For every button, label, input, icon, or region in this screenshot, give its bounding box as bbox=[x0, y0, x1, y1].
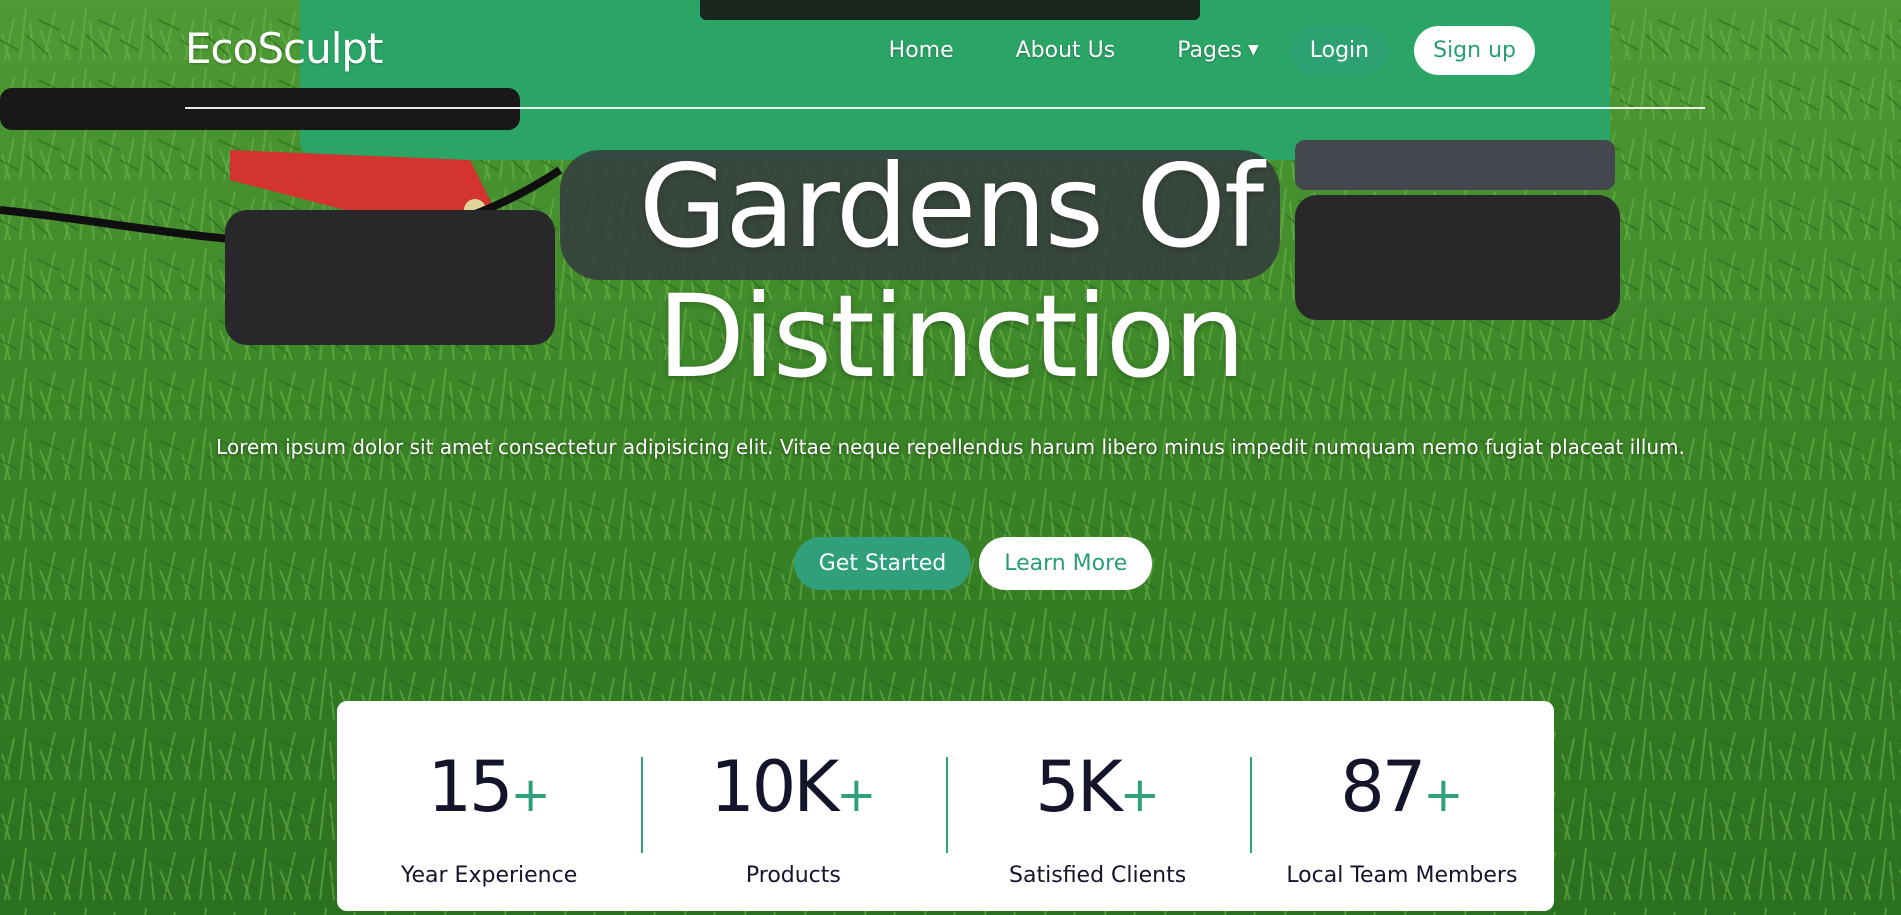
hero-title: Gardens Of Distinction bbox=[0, 142, 1901, 402]
stat-value: 5K+ bbox=[946, 747, 1250, 835]
stat-label: Satisfied Clients bbox=[1009, 863, 1187, 888]
caret-down-icon: ▼ bbox=[1247, 42, 1259, 58]
stat-plus: + bbox=[510, 767, 551, 823]
learn-more-button[interactable]: Learn More bbox=[979, 537, 1153, 590]
stat-label: Year Experience bbox=[400, 863, 578, 888]
nav-divider bbox=[185, 107, 1705, 109]
stat-number: 5K bbox=[1035, 746, 1122, 828]
stat-plus: + bbox=[1119, 767, 1160, 823]
brand-logo[interactable]: EcoSculpt bbox=[185, 24, 383, 73]
stat-item: 87+ Local Team Members bbox=[1249, 747, 1554, 911]
stat-item: 15+ Year Experience bbox=[337, 747, 641, 911]
navbar: EcoSculpt Home About Us Pages ▼ Login Si… bbox=[185, 0, 1705, 110]
stat-item: 10K+ Products bbox=[641, 747, 945, 911]
hero-title-line-2: Distinction bbox=[657, 270, 1246, 403]
stat-number: 87 bbox=[1340, 746, 1426, 828]
stat-label: Local Team Members bbox=[1286, 863, 1518, 888]
nav-about-label: About Us bbox=[1015, 37, 1116, 63]
stat-value: 87+ bbox=[1250, 747, 1554, 835]
stat-label: Products bbox=[745, 863, 841, 888]
nav-home[interactable]: Home bbox=[858, 26, 985, 75]
nav-links: Home About Us Pages ▼ Login Sign up bbox=[858, 24, 1535, 76]
stat-value: 10K+ bbox=[641, 747, 945, 835]
nav-pages-label: Pages bbox=[1177, 37, 1242, 63]
login-button[interactable]: Login bbox=[1289, 25, 1390, 75]
get-started-button[interactable]: Get Started bbox=[793, 537, 972, 590]
stat-plus: + bbox=[836, 767, 877, 823]
stat-value: 15+ bbox=[337, 747, 641, 835]
nav-home-label: Home bbox=[888, 37, 954, 63]
stat-number: 15 bbox=[427, 746, 513, 828]
hero-title-line-1: Gardens Of bbox=[638, 140, 1264, 273]
stats-card: 15+ Year Experience 10K+ Products 5K+ Sa… bbox=[337, 701, 1554, 911]
stat-item: 5K+ Satisfied Clients bbox=[945, 747, 1250, 911]
stat-number: 10K bbox=[710, 746, 839, 828]
nav-pages-dropdown[interactable]: Pages ▼ bbox=[1146, 26, 1290, 75]
signup-button[interactable]: Sign up bbox=[1414, 25, 1535, 75]
stat-plus: + bbox=[1423, 767, 1464, 823]
nav-about[interactable]: About Us bbox=[985, 26, 1147, 75]
hero-buttons: Get Started Learn More bbox=[0, 537, 1901, 590]
hero-description: Lorem ipsum dolor sit amet consectetur a… bbox=[216, 435, 1685, 459]
